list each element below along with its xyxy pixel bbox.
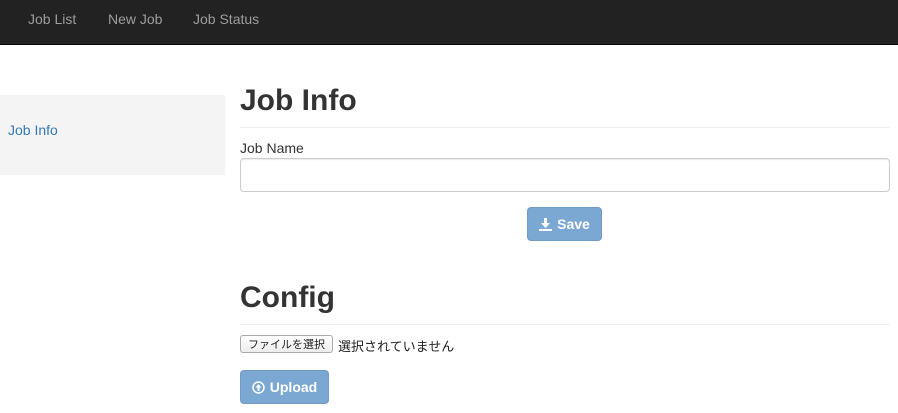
nav-item-job-list[interactable]: Job List xyxy=(28,0,76,44)
nav-item-new-job[interactable]: New Job xyxy=(108,0,162,44)
upload-circle-icon xyxy=(252,380,265,394)
job-info-divider xyxy=(240,127,890,128)
config-heading: Config xyxy=(240,281,335,314)
config-divider xyxy=(240,324,890,325)
job-name-input[interactable] xyxy=(240,158,890,192)
job-name-label: Job Name xyxy=(240,140,304,156)
sidebar-item-job-info[interactable]: Job Info xyxy=(8,122,58,138)
top-navbar: Job List New Job Job Status xyxy=(0,0,898,45)
save-button[interactable]: Save xyxy=(527,207,602,241)
nav-item-job-status[interactable]: Job Status xyxy=(193,0,259,44)
upload-button-label: Upload xyxy=(269,379,318,395)
sidebar: Job Info xyxy=(0,95,225,175)
job-info-heading: Job Info xyxy=(240,84,357,117)
choose-file-button[interactable]: ファイルを選択 xyxy=(240,335,333,353)
upload-button[interactable]: Upload xyxy=(240,370,329,404)
file-status-text: 選択されていません xyxy=(338,340,455,355)
save-button-label: Save xyxy=(557,216,590,232)
download-icon xyxy=(539,217,553,231)
